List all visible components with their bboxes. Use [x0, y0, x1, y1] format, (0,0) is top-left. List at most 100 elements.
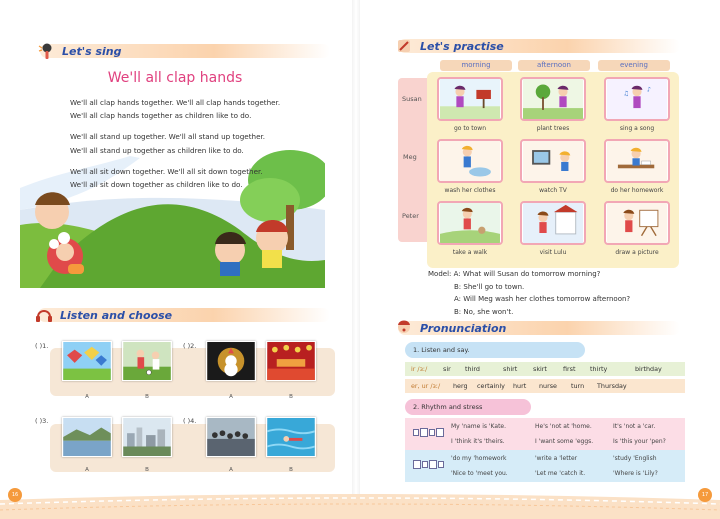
option-image-swimming[interactable]	[266, 417, 316, 457]
phonics-word: turn	[571, 382, 585, 390]
rhythm-label: 2. Rhythm and stress	[405, 399, 531, 415]
model-dialogue: Model: A: What will Susan do tomorrow mo…	[428, 268, 630, 318]
phonics-sound: er, ur /ɜː/	[411, 382, 441, 390]
phonics-word: Thursday	[597, 382, 627, 390]
option-label: A	[229, 394, 233, 400]
lets-practise-header: Let's practise	[398, 37, 680, 55]
question-label: ( )2.	[183, 342, 197, 350]
lyric-line: We'll all clap hands together. We'll all…	[70, 98, 281, 107]
activity-picture-do-her-homework[interactable]	[604, 139, 670, 183]
stress-boxes-icon	[413, 460, 444, 469]
option-image-crowd[interactable]	[206, 417, 256, 457]
stress-boxes-icon	[413, 428, 444, 437]
phonics-word: first	[563, 365, 576, 373]
rhythm-phrase: 'do my 'homework	[451, 455, 507, 462]
activity-picture-go-to-town[interactable]	[437, 77, 503, 121]
activity-caption: go to town	[453, 125, 487, 132]
rhythm-phrase: I 'want some 'eggs.	[535, 438, 594, 445]
time-header-morning: morning	[440, 60, 512, 71]
activity-picture-watch-tv[interactable]	[520, 139, 586, 183]
rhythm-column: It's 'not a 'car. Is 'this your 'pen?	[613, 419, 666, 449]
activity-caption: sing a song	[619, 125, 655, 132]
rhythm-phrase: I 'think it's 'theirs.	[451, 438, 505, 445]
dialogue-line: B: She'll go to town.	[454, 282, 525, 291]
lyric-line: We'll all sit down together. We'll all s…	[70, 166, 263, 176]
dialogue-line: A: Will Meg wash her clothes tomorrow af…	[454, 295, 631, 303]
option-image-lake[interactable]	[62, 417, 112, 457]
option-image-christmas[interactable]	[206, 341, 256, 381]
microphone-icon	[38, 43, 52, 59]
activity-picture-visit-lulu[interactable]	[520, 201, 586, 245]
song-stanza: We'll all clap hands together. We'll all…	[70, 96, 330, 122]
pencil-icon	[398, 40, 410, 52]
song-title: We'll all clap hands	[107, 70, 243, 86]
option-image-kites[interactable]	[62, 341, 112, 381]
page-number-left: 16	[8, 488, 22, 502]
activity-picture-wash-her-clothes[interactable]	[437, 139, 503, 183]
speaking-child-icon	[398, 320, 410, 333]
phonics-word: third	[465, 365, 480, 373]
option-image-festival[interactable]	[266, 341, 316, 381]
page-number-right: 17	[698, 488, 712, 502]
svg-text:♪: ♪	[647, 87, 651, 94]
activity-caption: take a walk	[452, 249, 488, 256]
page-gutter	[352, 0, 360, 519]
time-header-afternoon: afternoon	[518, 60, 590, 71]
rhythm-column: My 'name is 'Kate. I 'think it's 'theirs…	[451, 419, 506, 449]
rhythm-column: 'study 'English 'Where is 'Lily?	[613, 451, 658, 481]
option-image-city[interactable]	[122, 417, 172, 457]
phonics-word: thirty	[590, 365, 608, 373]
question-label: ( )4.	[183, 417, 197, 425]
activity-caption: draw a picture	[615, 249, 659, 256]
option-label: B	[145, 467, 149, 473]
song-lyrics: We'll all clap hands together. We'll all…	[70, 96, 330, 199]
option-image-football[interactable]	[122, 341, 172, 381]
phonics-row-er-ur: er, ur /ɜː/ herg certainly hurt nurse tu…	[405, 379, 685, 393]
question-label: ( )3.	[35, 417, 49, 425]
rhythm-row-1: My 'name is 'Kate. I 'think it's 'theirs…	[405, 418, 685, 450]
question-label: ( )1.	[35, 342, 49, 350]
option-label: A	[229, 467, 233, 473]
listen-choose-header: Listen and choose	[36, 306, 330, 324]
lyric-line: We'll all stand up together. We'll all s…	[70, 132, 266, 142]
phonics-word: shirt	[503, 365, 518, 373]
activity-picture-sing-a-song[interactable]: ♪ ♫	[604, 77, 670, 121]
rhythm-phrase: It's 'not a 'car.	[613, 423, 656, 430]
person-name: Peter	[402, 212, 419, 220]
dialogue-line: B: No, she won't.	[454, 307, 514, 316]
section-title: Let's practise	[420, 39, 504, 53]
rhythm-column: 'write a 'letter 'Let me 'catch it.	[535, 451, 585, 481]
phonics-word: nurse	[539, 382, 557, 390]
lyric-line: We'll all clap hands together as childre…	[70, 111, 252, 121]
listen-say-label: 1. Listen and say.	[405, 342, 585, 358]
phonics-sound: ir /ɜː/	[411, 365, 428, 373]
phonics-word: herg	[453, 382, 468, 390]
activity-picture-plant-trees[interactable]	[520, 77, 586, 121]
rhythm-column: 'do my 'homework 'Nice to 'meet you.	[451, 451, 508, 481]
rhythm-phrase: 'Nice to 'meet you.	[451, 470, 508, 477]
rhythm-phrase: He's 'not at 'home.	[535, 423, 592, 430]
pronunciation-header: Pronunciation	[398, 319, 680, 337]
activity-picture-take-a-walk[interactable]	[437, 201, 503, 245]
rhythm-phrase: Is 'this your 'pen?	[613, 438, 666, 445]
section-title: Let's sing	[62, 44, 122, 58]
song-stanza: We'll all stand up together. We'll all s…	[70, 130, 330, 156]
headphones-icon	[36, 310, 52, 322]
phonics-word: birthday	[635, 365, 662, 373]
person-name: Susan	[402, 95, 422, 103]
lyric-line: We'll all sit down together as children …	[70, 180, 243, 190]
lyric-line: We'll all stand up together as children …	[70, 145, 244, 155]
activity-picture-draw-a-picture[interactable]	[604, 201, 670, 245]
rhythm-phrase: 'study 'English	[613, 455, 657, 462]
activity-caption: plant trees	[536, 125, 570, 132]
activity-caption: do her homework	[610, 187, 664, 194]
activity-caption: visit Lulu	[539, 249, 567, 256]
section-title: Listen and choose	[60, 308, 173, 322]
rhythm-phrase: My 'name is 'Kate.	[451, 423, 507, 430]
section-title: Pronunciation	[420, 321, 507, 335]
rhythm-row-2: 'do my 'homework 'Nice to 'meet you. 'wr…	[405, 450, 685, 482]
footer-decoration	[0, 494, 720, 519]
phonics-row-ir: ir /ɜː/ sir third shirt skirt first thir…	[405, 362, 685, 376]
svg-text:♫: ♫	[623, 90, 629, 97]
phonics-word: certainly	[477, 382, 505, 390]
